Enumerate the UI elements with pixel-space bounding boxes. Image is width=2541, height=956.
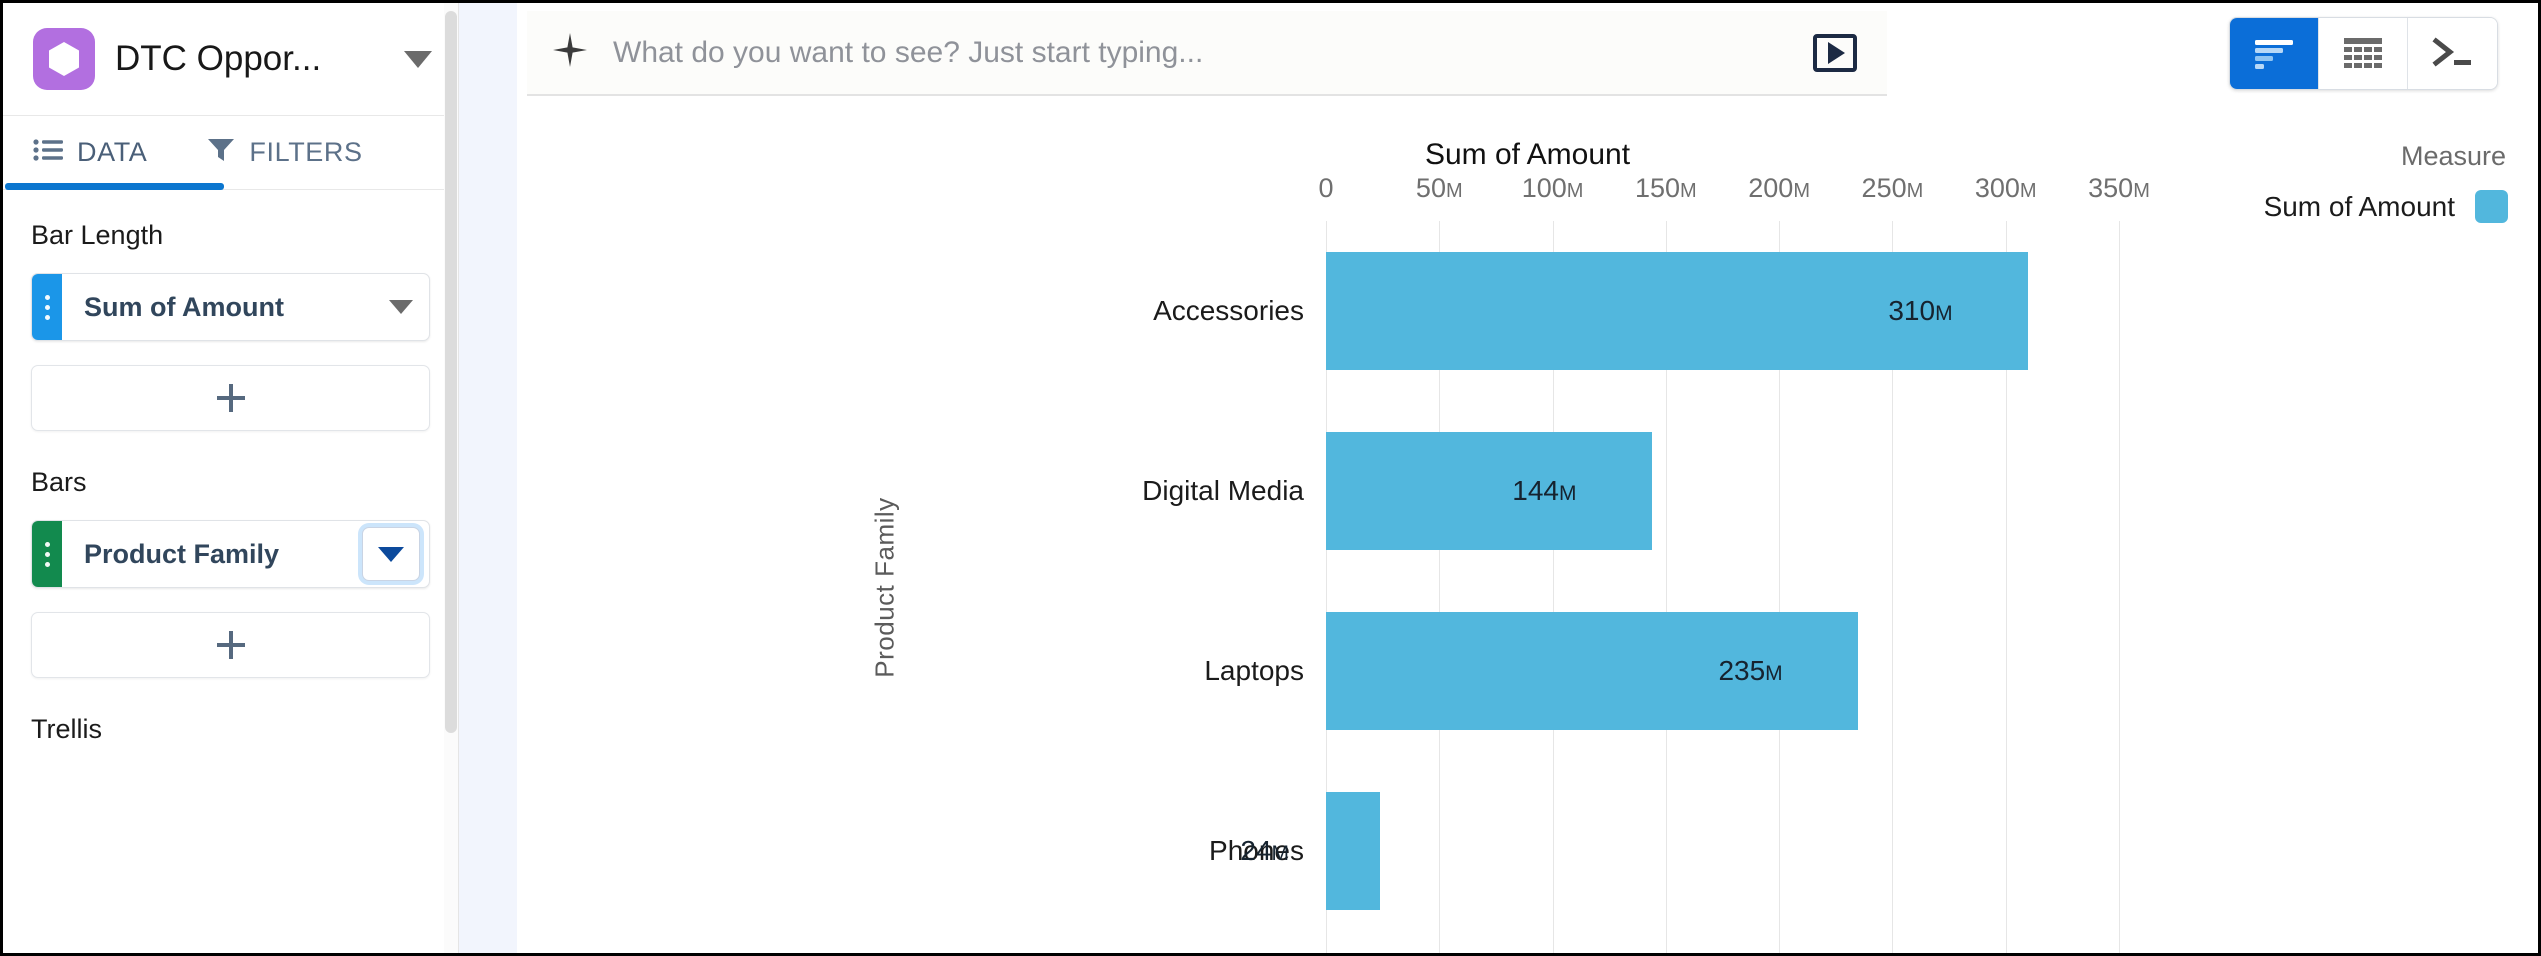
trellis-label: Trellis — [31, 714, 102, 744]
chart-view-button[interactable] — [2230, 18, 2319, 89]
tab-data-label: DATA — [77, 137, 148, 167]
search-input[interactable]: What do you want to see? Just start typi… — [527, 11, 1887, 96]
add-bars-button[interactable] — [31, 612, 430, 678]
bar-category-label: Digital Media — [1142, 475, 1304, 506]
measure-pill-sum-of-amount[interactable]: Sum of Amount — [31, 273, 430, 341]
measure-pill-label: Sum of Amount — [84, 291, 284, 322]
dimension-pill-chevron-down-icon[interactable] — [362, 527, 420, 581]
x-axis-tick-label: 250M — [1861, 173, 1924, 203]
list-icon — [33, 138, 63, 167]
bar-row: Tablets25M — [517, 941, 2538, 956]
bar[interactable] — [1326, 792, 1381, 910]
bar-value-label: 235M — [1718, 655, 1783, 686]
funnel-icon — [207, 137, 235, 168]
bar-chart: Sum of Amount Measure Sum of Amount 0 50M… — [517, 113, 2538, 953]
sparkle-icon — [553, 33, 587, 72]
x-axis-ticks: 0 50M 100M 150M 200M 250M 300M 350M — [517, 173, 2538, 213]
chevron-down-icon[interactable] — [404, 50, 432, 68]
bar[interactable] — [1326, 432, 1653, 550]
analytics-app-window: DTC Oppor... DATA FILTERS Bar Length Sum… — [0, 0, 2541, 956]
tab-filters[interactable]: FILTERS — [177, 116, 392, 189]
measure-pill-chevron-down-icon[interactable] — [373, 274, 429, 340]
bar-category-label: Tablets — [517, 941, 1326, 956]
bar-category-label: Laptops — [1204, 655, 1304, 686]
drag-handle-icon[interactable] — [32, 274, 62, 340]
x-axis-tick-label: 200M — [1748, 173, 1811, 203]
play-button-icon — [1828, 41, 1845, 64]
bar-value-label: 24M — [1240, 835, 1290, 866]
active-tab-indicator — [5, 183, 224, 190]
app-title: DTC Oppor... — [115, 39, 322, 78]
bar-category-label: Accessories — [1153, 295, 1304, 326]
tab-data[interactable]: DATA — [3, 116, 177, 189]
sidebar-header: DTC Oppor... — [3, 3, 458, 116]
bar-row: Phones 24M — [517, 761, 2538, 941]
x-axis-tick-label: 0 — [1318, 173, 1334, 203]
x-axis-tick-label: 350M — [2088, 173, 2150, 203]
sidebar-scrollbar-thumb[interactable] — [445, 11, 457, 733]
bar-value-label: 310M — [1888, 295, 1953, 326]
table-view-button[interactable] — [2319, 18, 2408, 89]
x-axis-tick-label: 100M — [1521, 173, 1584, 203]
bar-value-label: 144M — [1512, 475, 1577, 506]
console-view-button[interactable] — [2408, 18, 2497, 89]
plus-icon — [216, 384, 245, 412]
x-axis-tick-label: 50M — [1415, 173, 1463, 203]
bar-row: Accessories 310M — [517, 221, 2538, 401]
bar-length-label: Bar Length — [31, 220, 164, 250]
main-content: What do you want to see? Just start typi… — [459, 3, 2538, 953]
content-gutter — [459, 3, 517, 953]
bar-category-label: Phones — [1209, 835, 1304, 866]
left-sidebar: DTC Oppor... DATA FILTERS Bar Length Sum… — [3, 3, 459, 953]
sidebar-scrollbar[interactable] — [444, 3, 458, 953]
drag-handle-icon[interactable] — [32, 521, 62, 587]
search-placeholder-text: What do you want to see? Just start typi… — [613, 35, 1204, 69]
plus-icon — [216, 631, 245, 659]
sidebar-body: Bar Length Sum of Amount Bars Product Fa… — [3, 190, 458, 745]
bar-row: Laptops 235M — [517, 581, 2538, 761]
sidebar-tabs: DATA FILTERS — [3, 116, 458, 190]
top-bar: What do you want to see? Just start typi… — [517, 3, 2538, 113]
dimension-pill-product-family[interactable]: Product Family — [31, 520, 430, 588]
hexagon-app-icon — [33, 28, 95, 90]
x-axis-tick-label: 300M — [1974, 173, 2037, 203]
x-axis-tick-label: 150M — [1634, 173, 1697, 203]
add-bar-length-button[interactable] — [31, 365, 430, 431]
bars-label: Bars — [31, 467, 87, 497]
run-query-button[interactable] — [1813, 33, 1857, 72]
dimension-pill-label: Product Family — [84, 538, 280, 569]
plot-area: 0 50M 100M 150M 200M 250M 300M 350M Product Fam… — [517, 113, 2538, 953]
visualization-toolbar — [2229, 17, 2498, 90]
tab-filters-label: FILTERS — [249, 137, 363, 167]
bar-row: Digital Media 144M — [517, 401, 2538, 581]
